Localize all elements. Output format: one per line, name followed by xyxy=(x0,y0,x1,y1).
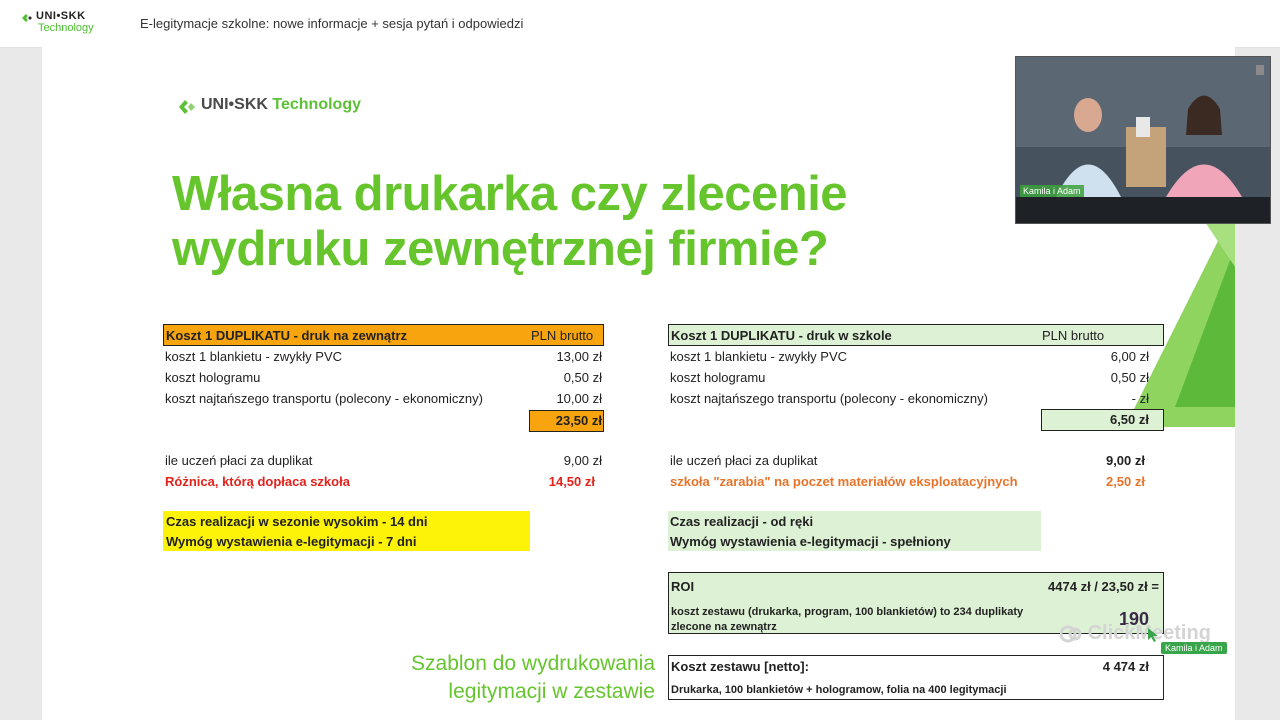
right-row-value: - zł xyxy=(1131,391,1149,406)
left-time-line-1: Czas realizacji w sezonie wysokim - 14 d… xyxy=(166,514,428,529)
slide-logo: UNI•SKK Technology xyxy=(179,95,409,121)
right-pay-value: 9,00 zł xyxy=(1105,453,1145,468)
left-header-label: Koszt 1 DUPLIKATU - druk na zewnątrz xyxy=(166,328,408,343)
left-diff-label: Różnica, którą dopłaca szkoła xyxy=(165,474,350,489)
webcam-name-label: Kamila i Adam xyxy=(1020,185,1084,197)
brand-subname: Technology xyxy=(38,22,94,34)
template-caption-line-1: Szablon do wydrukowania xyxy=(411,652,655,675)
kit-cost-description: Drukarka, 100 blankietów + hologramow, f… xyxy=(671,684,1007,696)
right-header-unit: PLN brutto xyxy=(1042,328,1105,343)
brand-logo[interactable]: UNI•SKK Technology xyxy=(22,10,122,38)
slide-decoration xyxy=(1125,207,1235,427)
left-row-value: 13,00 zł xyxy=(556,349,602,364)
left-diff-value: 14,50 zł xyxy=(548,474,595,489)
kit-cost-label: Koszt zestawu [netto]: xyxy=(671,659,809,674)
left-header-unit: PLN brutto xyxy=(531,328,594,343)
left-pay-value: 9,00 zł xyxy=(563,453,602,468)
right-gain-value: 2,50 zł xyxy=(1105,474,1145,489)
logo-mark-icon xyxy=(179,100,195,114)
roi-formula: 4474 zł / 23,50 zł = xyxy=(1048,579,1159,594)
template-caption-line-2: legitymacji w zestawie xyxy=(448,680,655,703)
roi-description-2: zlecone na zewnątrz xyxy=(671,621,777,633)
meeting-title: E-legitymacje szkolne: nowe informacje +… xyxy=(140,16,524,31)
right-time-line-1: Czas realizacji - od ręki xyxy=(670,514,814,529)
right-row-label: koszt najtańszego transportu (polecony -… xyxy=(670,391,988,406)
heading-line-2: wydruku zewnętrznej firmie? xyxy=(172,222,829,276)
left-row-label: koszt hologramu xyxy=(165,370,261,385)
left-row-value: 10,00 zł xyxy=(556,391,602,406)
left-row-label: koszt 1 blankietu - zwykły PVC xyxy=(165,349,343,364)
left-row-label: koszt najtańszego transportu (polecony -… xyxy=(165,391,483,406)
template-caption: Szablon do wydrukowania legitymacji w ze… xyxy=(411,650,655,706)
cursor-pointer-icon xyxy=(1148,628,1158,642)
roi-label: ROI xyxy=(671,579,695,594)
logo-text: UNI•SKK Technology xyxy=(201,96,361,113)
right-row-value: 6,00 zł xyxy=(1110,349,1149,364)
brand-mark-icon xyxy=(22,14,32,22)
left-row-value: 0,50 zł xyxy=(563,370,602,385)
kit-cost-value: 4 474 zł xyxy=(1102,659,1149,674)
right-row-label: koszt 1 blankietu - zwykły PVC xyxy=(670,349,848,364)
right-gain-label: szkoła "zarabia" na poczet materiałów ek… xyxy=(670,474,1018,489)
right-row-value: 0,50 zł xyxy=(1110,370,1149,385)
left-pay-label: ile uczeń płaci za duplikat xyxy=(165,453,313,468)
right-sum-value: 6,50 zł xyxy=(1109,412,1149,427)
brand-name: UNI•SKK xyxy=(36,10,86,22)
slide-heading: Własna drukarka czy zlecenie wydruku zew… xyxy=(172,167,952,277)
right-row-label: koszt hologramu xyxy=(670,370,766,385)
cursor-user-label: Kamila i Adam xyxy=(1161,642,1227,654)
left-sum-value: 23,50 zł xyxy=(555,413,602,428)
mic-icon xyxy=(1256,65,1264,75)
right-time-line-2: Wymóg wystawienia e-legitymacji - spełni… xyxy=(670,534,951,549)
clickmeeting-logo-icon xyxy=(1059,625,1082,643)
right-header-label: Koszt 1 DUPLIKATU - druk w szkole xyxy=(671,328,892,343)
heading-line-1: Własna drukarka czy zlecenie xyxy=(172,167,848,221)
top-bar: UNI•SKK Technology E-legitymacje szkolne… xyxy=(0,0,1280,48)
left-time-line-2: Wymóg wystawienia e-legitymacji - 7 dni xyxy=(166,534,417,549)
webcam-feed-image xyxy=(1016,57,1270,223)
webcam-video[interactable]: Kamila i Adam xyxy=(1015,56,1271,224)
right-pay-label: ile uczeń płaci za duplikat xyxy=(670,453,818,468)
